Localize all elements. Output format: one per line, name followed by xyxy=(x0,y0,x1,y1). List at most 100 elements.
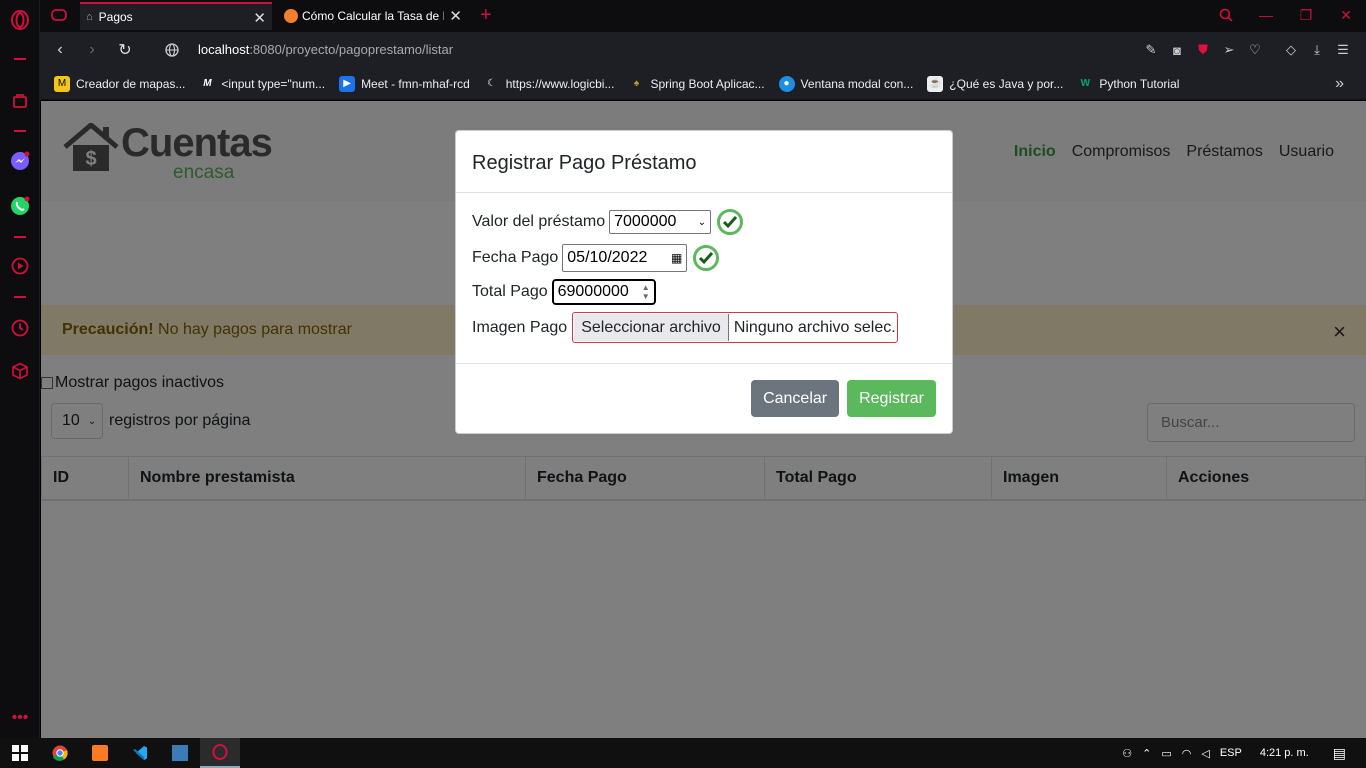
history-icon[interactable] xyxy=(10,318,30,338)
url-host: localhost xyxy=(198,42,250,57)
tab-bar: ⌂ Pagos ✕ Cómo Calcular la Tasa de In ✕ … xyxy=(40,0,1366,32)
battery-icon[interactable]: ▭ xyxy=(1161,747,1171,760)
tab-title: Cómo Calcular la Tasa de In xyxy=(302,9,444,23)
shield-icon[interactable]: ⛊ xyxy=(1194,40,1212,60)
calendar-icon[interactable]: ▦ xyxy=(671,251,682,265)
bookmark-item[interactable]: ☕ ¿Qué es Java y por... xyxy=(927,75,1064,92)
camera-icon[interactable]: ◙ xyxy=(1168,40,1186,60)
sidebar-divider xyxy=(14,130,26,132)
wifi-icon[interactable]: ◠ xyxy=(1182,747,1192,760)
opera-logo-icon[interactable] xyxy=(10,10,30,30)
cube-icon[interactable]: ◇ xyxy=(1282,40,1300,60)
notifications-icon[interactable]: ▤ xyxy=(1333,745,1346,762)
total-label: Total Pago xyxy=(472,283,548,300)
modal-title: Registrar Pago Préstamo xyxy=(456,131,952,193)
heart-icon[interactable]: ♡ xyxy=(1246,40,1264,60)
leaf-icon: ♠ xyxy=(633,77,640,89)
close-tab-icon[interactable]: ✕ xyxy=(449,7,462,25)
bookmark-item[interactable]: ♠ Spring Boot Aplicac... xyxy=(628,76,765,92)
search-tabs-icon[interactable] xyxy=(1206,0,1246,30)
back-icon[interactable]: ‹ xyxy=(50,40,70,60)
register-button[interactable]: Registrar xyxy=(847,380,936,417)
reload-icon[interactable]: ↻ xyxy=(115,40,135,60)
close-window-icon[interactable]: ✕ xyxy=(1326,0,1366,30)
date-value: 05/10/2022 xyxy=(567,249,648,266)
meet-icon: ▶ xyxy=(339,75,356,92)
loan-label: Valor del préstamo xyxy=(472,213,606,230)
cancel-button[interactable]: Cancelar xyxy=(751,380,840,417)
tab-title: Pagos xyxy=(98,10,133,24)
opera-taskbar-icon[interactable] xyxy=(200,738,240,768)
moon-icon: ☾ xyxy=(487,77,497,89)
chrome-icon[interactable] xyxy=(40,738,80,768)
plus-icon[interactable]: + xyxy=(480,4,492,27)
loan-select[interactable]: 7000000 ⌄ xyxy=(609,210,712,234)
bookmark-label: ¿Qué es Java y por... xyxy=(949,76,1064,91)
download-icon[interactable]: ⤓ xyxy=(1308,40,1326,60)
more-bookmarks-icon[interactable]: » xyxy=(1335,75,1344,93)
sidebar-divider xyxy=(14,236,26,238)
people-icon[interactable]: ⚇ xyxy=(1122,747,1132,760)
player-icon[interactable] xyxy=(10,256,30,276)
spinner-icon[interactable]: ▲ ▼ xyxy=(642,283,650,301)
register-payment-modal: Registrar Pago Préstamo Valor del présta… xyxy=(455,130,953,434)
tab-pagos[interactable]: ⌂ Pagos ✕ xyxy=(80,2,272,30)
image-label: Imagen Pago xyxy=(472,318,568,336)
sidebar-divider xyxy=(14,296,26,298)
send-icon[interactable]: ➢ xyxy=(1220,40,1238,60)
windows-start-icon[interactable] xyxy=(0,738,40,768)
vscode-icon[interactable] xyxy=(120,738,160,768)
bookmark-label: <input type="num... xyxy=(221,76,326,91)
restore-icon[interactable]: ❐ xyxy=(1286,0,1326,30)
window-controls: — ❐ ✕ xyxy=(1206,0,1366,32)
close-tab-icon[interactable]: ✕ xyxy=(253,9,266,27)
file-status: Ninguno archivo selec. xyxy=(733,318,896,336)
clock[interactable]: 4:21 p. m. xyxy=(1260,747,1309,759)
opera-sidebar: ••• xyxy=(0,0,40,738)
bookmark-label: https://www.logicbi... xyxy=(505,76,615,91)
xampp-icon[interactable] xyxy=(80,738,120,768)
bookmark-item[interactable]: ● Ventana modal con... xyxy=(778,75,913,92)
loan-row: Valor del préstamo 7000000 ⌄ xyxy=(472,209,744,235)
bookmark-item[interactable]: ▶ Meet - fmn-mhaf-rcd xyxy=(339,75,470,92)
file-input[interactable]: Seleccionar archivo Ninguno archivo sele… xyxy=(572,312,898,343)
loan-value: 7000000 xyxy=(614,213,677,230)
bookmark-item[interactable]: W Python Tutorial xyxy=(1077,76,1180,92)
page-content: $ Cuentas encasa Inicio Compromisos Prés… xyxy=(41,101,1366,738)
bookmark-item[interactable]: ☾ https://www.logicbi... xyxy=(484,76,615,92)
image-row: Imagen Pago Seleccionar archivo Ninguno … xyxy=(472,312,898,343)
bookmark-label: Creador de mapas... xyxy=(76,76,186,91)
box-icon[interactable] xyxy=(10,361,30,381)
gx-icon[interactable] xyxy=(50,6,68,29)
minimize-icon[interactable]: — xyxy=(1246,0,1286,30)
more-icon[interactable]: ••• xyxy=(10,708,30,728)
modal-footer: Cancelar Registrar xyxy=(751,380,936,417)
bookmarks-bar: M Creador de mapas... M <input type="num..… xyxy=(40,68,1366,100)
whatsapp-icon[interactable] xyxy=(10,196,30,216)
chevron-up-icon[interactable]: ⌃ xyxy=(1142,747,1151,760)
windows-taskbar: ⚇ ⌃ ▭ ◠ ◁ ESP 4:21 p. m. ▤ xyxy=(0,738,1366,768)
edit-icon[interactable]: ✎ xyxy=(1142,40,1160,60)
bookmark-item[interactable]: M <input type="num... xyxy=(199,76,325,92)
messenger-icon[interactable] xyxy=(10,151,30,171)
toolbar-icons: ✎ ◙ ⛊ ➢ ♡ ◇ ⤓ ☰ xyxy=(1142,40,1352,60)
chevron-down-icon: ⌄ xyxy=(697,216,707,228)
bookmark-item[interactable]: M Creador de mapas... xyxy=(54,75,186,92)
shopping-bag-icon[interactable] xyxy=(10,90,30,110)
url-path: :8080/proyecto/pagoprestamo/listar xyxy=(249,42,454,57)
home-favicon-icon: ⌂ xyxy=(86,11,93,23)
tab-calcular-tasa[interactable]: Cómo Calcular la Tasa de In ✕ xyxy=(278,2,468,30)
m-icon: M xyxy=(203,77,212,89)
menu-icon[interactable]: ☰ xyxy=(1334,40,1352,60)
date-row: Fecha Pago 05/10/2022 ▦ xyxy=(472,244,720,272)
choose-file-button[interactable]: Seleccionar archivo xyxy=(574,314,729,341)
date-input[interactable]: 05/10/2022 ▦ xyxy=(562,244,688,272)
volume-icon[interactable]: ◁ xyxy=(1201,747,1209,760)
forward-icon[interactable]: › xyxy=(82,40,102,60)
url-field[interactable]: localhost:8080/proyecto/pagoprestamo/lis… xyxy=(198,42,453,57)
total-input[interactable]: 69000000 ▲ ▼ xyxy=(551,279,656,305)
language-indicator[interactable]: ESP xyxy=(1220,747,1242,759)
app-window-icon[interactable] xyxy=(160,738,200,768)
circle-icon: ● xyxy=(778,75,795,92)
bookmark-label: Python Tutorial xyxy=(1099,76,1180,91)
